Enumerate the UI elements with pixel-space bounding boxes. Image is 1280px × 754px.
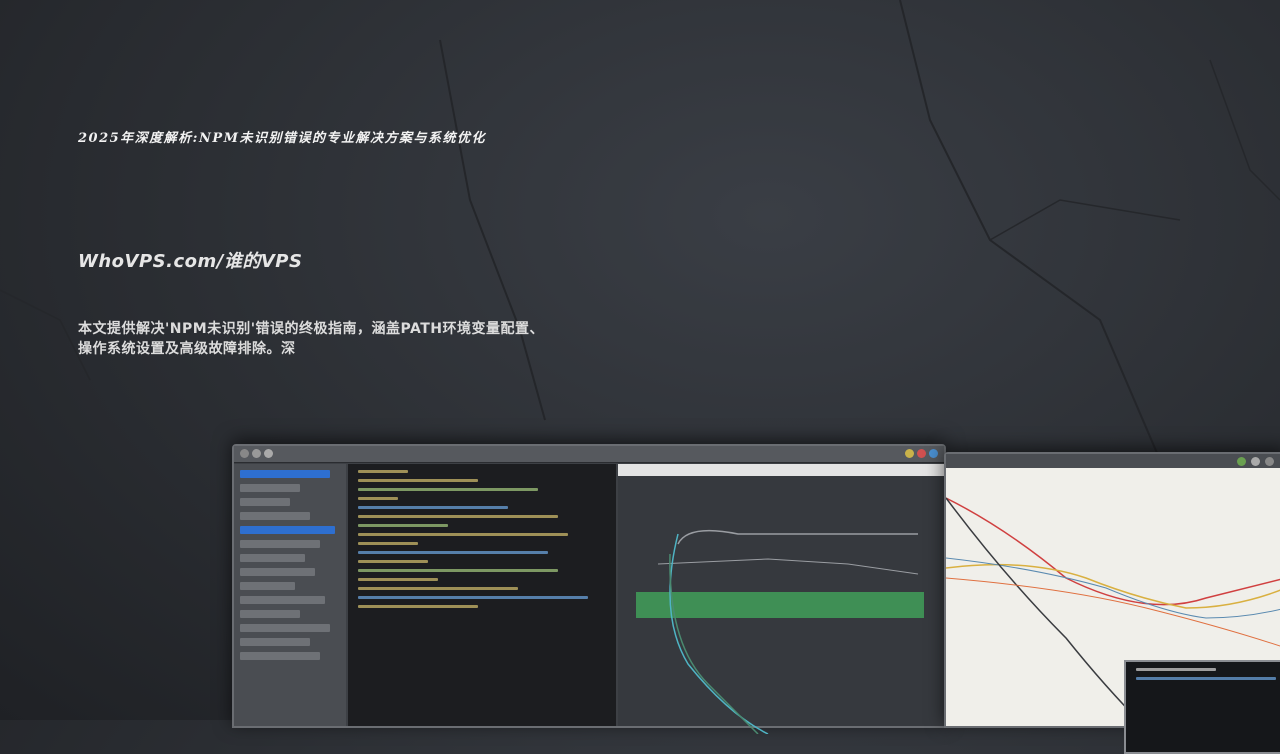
description-line-1: 本文提供解决'NPM未识别'错误的终极指南，涵盖PATH环境变量配置、 [78,321,544,337]
site-name: WhoVPS.com/谁的VPS [78,251,303,272]
debug-panel [618,464,944,734]
ide-toolbar [234,446,944,463]
toolbar-dot-icon [264,449,273,458]
toolbar-dot-icon [240,449,249,458]
toolbar-dot-icon [1251,457,1260,466]
article-description: 本文提供解决'NPM未识别'错误的终极指南，涵盖PATH环境变量配置、 操作系统… [78,319,638,359]
toolbar-dot-icon [1237,457,1246,466]
toolbar-dot-icon [1265,457,1274,466]
toolbar-dot-icon [252,449,261,458]
code-editor-panel [348,464,616,726]
terminal-window-illustration [1124,660,1280,754]
toolbar-dot-icon [905,449,914,458]
waveform-graph [657,529,919,734]
graph-screenshot-illustration [944,452,1280,754]
article-title: 2025年深度解析:NPM未识别错误的专业解决方案与系统优化 [78,131,487,146]
description-line-2: 操作系统设置及高级故障排除。深 [78,341,296,357]
toolbar-dot-icon [929,449,938,458]
toolbar-dot-icon [917,449,926,458]
graph-canvas [945,468,1280,754]
page-root: { "banner": { "title": "2025年深度解析:NPM未识别… [0,0,1280,754]
file-tree-panel [234,464,346,726]
ide-screenshot-illustration [232,444,946,734]
